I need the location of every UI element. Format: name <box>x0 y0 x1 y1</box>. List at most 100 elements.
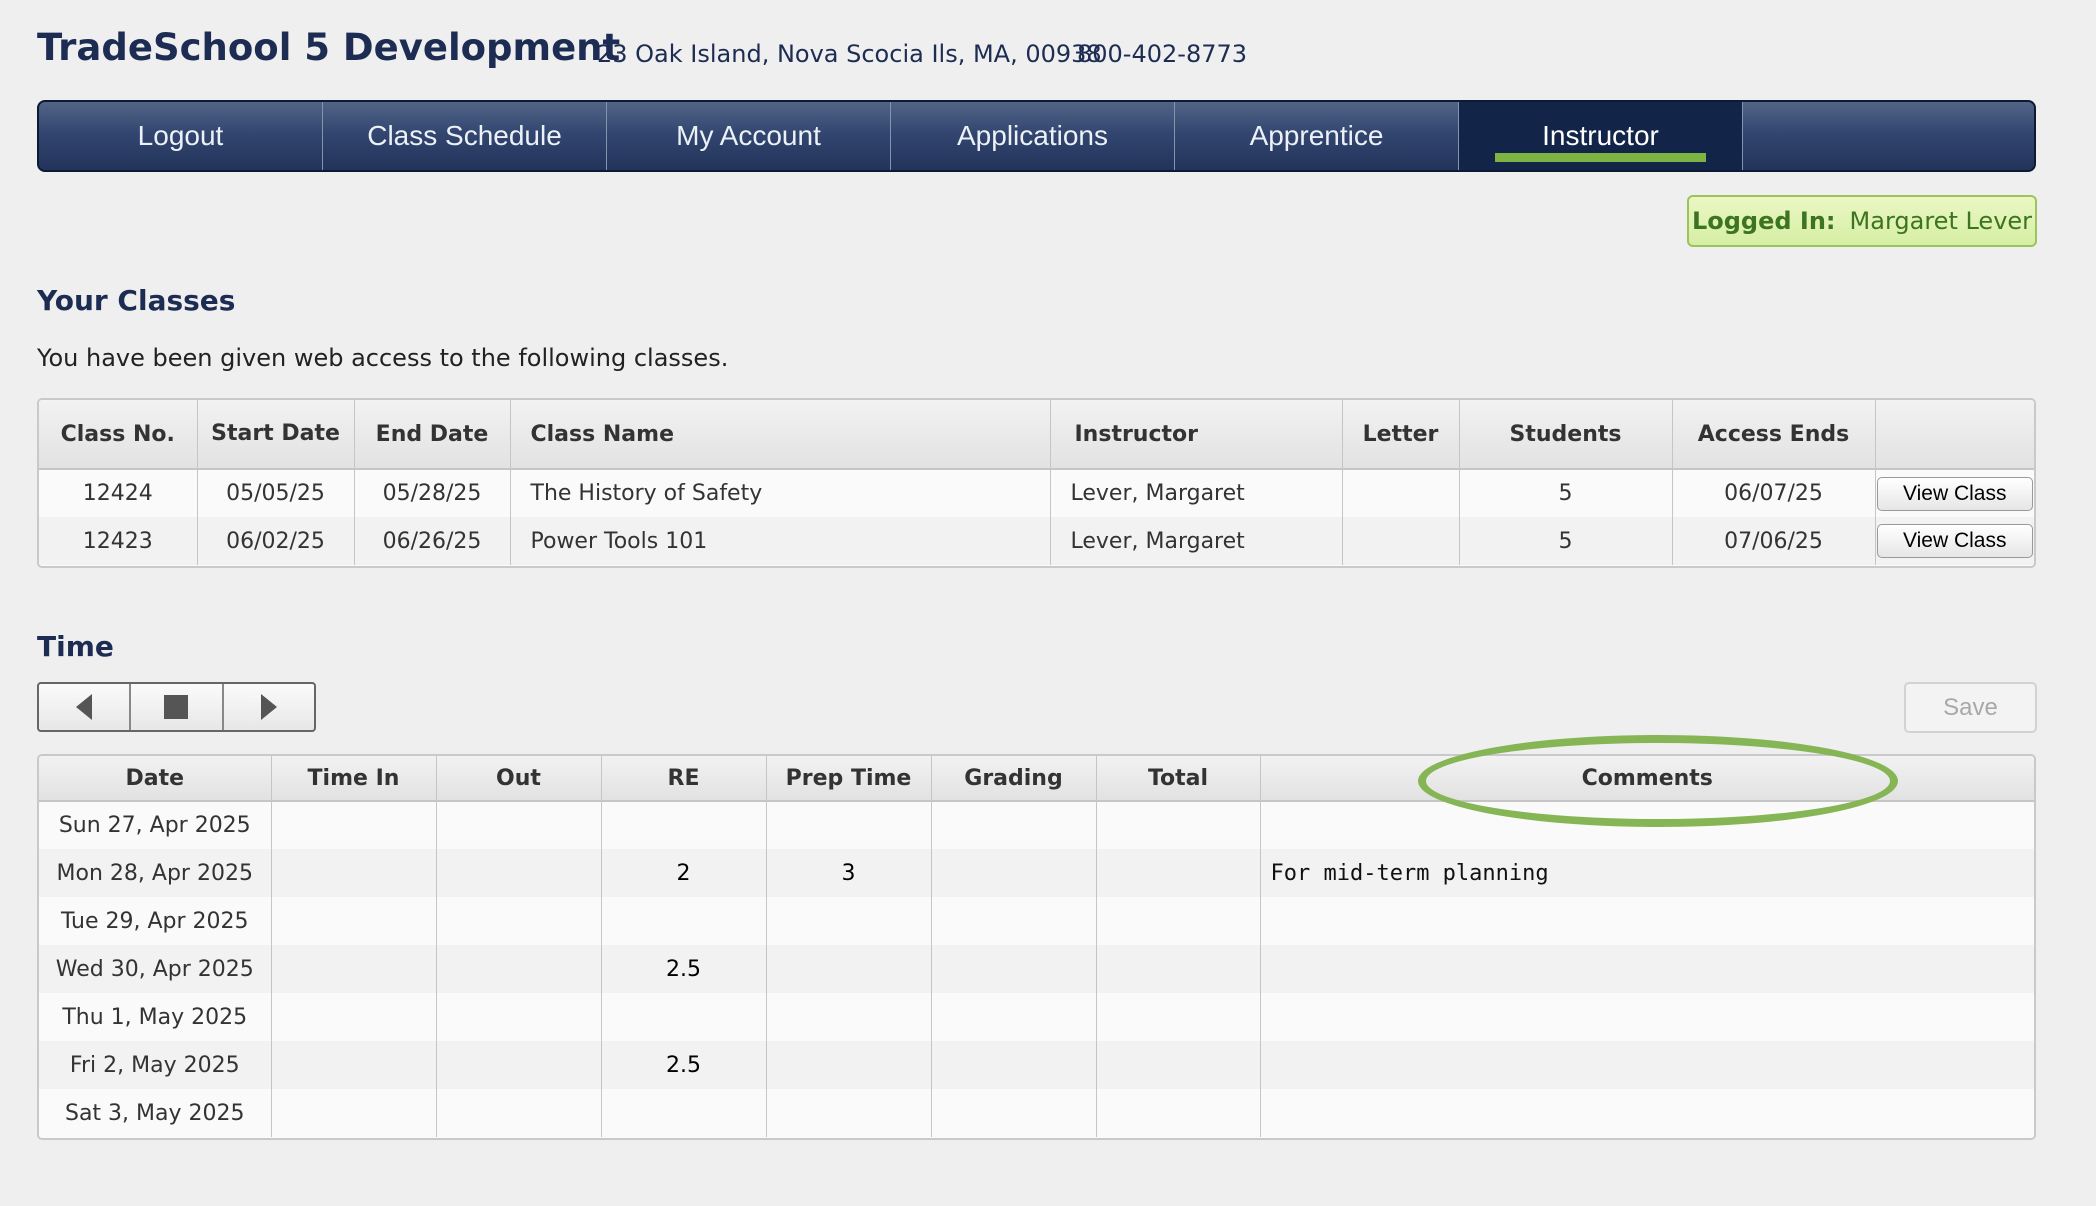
prep-time-cell[interactable] <box>766 897 932 945</box>
out-cell[interactable] <box>436 1089 602 1137</box>
prep-time-cell[interactable] <box>766 801 932 849</box>
re-cell[interactable]: 2.5 <box>601 945 767 993</box>
active-tab-indicator <box>1495 153 1706 162</box>
col-header-instructor[interactable]: Instructor <box>1050 400 1343 470</box>
date-cell: Tue 29, Apr 2025 <box>39 897 272 945</box>
current-week-button[interactable] <box>131 684 224 730</box>
out-cell[interactable] <box>436 897 602 945</box>
grading-cell[interactable] <box>931 1041 1097 1089</box>
comments-cell[interactable] <box>1260 801 2034 849</box>
total-cell <box>1096 945 1261 993</box>
class-name: The History of Safety <box>510 469 1051 517</box>
table-row: Tue 29, Apr 2025 <box>39 897 2034 945</box>
time-table-container: Date Time In Out RE Prep Time Grading To… <box>37 754 2036 1140</box>
instructor: Lever, Margaret <box>1050 517 1343 565</box>
time-in-cell[interactable] <box>271 945 437 993</box>
time-section-title: Time <box>37 630 114 663</box>
re-cell[interactable] <box>601 993 767 1041</box>
total-cell <box>1096 1041 1261 1089</box>
nav-apprentice[interactable]: Apprentice <box>1175 102 1459 170</box>
col-header-end-date[interactable]: End Date <box>354 400 511 470</box>
nav-label: Applications <box>957 120 1108 151</box>
col-header-date[interactable]: Date <box>39 756 272 802</box>
col-header-letter[interactable]: Letter <box>1342 400 1460 470</box>
date-cell: Mon 28, Apr 2025 <box>39 849 272 897</box>
re-cell[interactable]: 2.5 <box>601 1041 767 1089</box>
total-cell <box>1096 1089 1261 1137</box>
comments-cell[interactable] <box>1260 945 2034 993</box>
triangle-left-icon <box>76 694 93 720</box>
total-cell <box>1096 801 1261 849</box>
time-in-cell[interactable] <box>271 1089 437 1137</box>
nav-my-account[interactable]: My Account <box>607 102 891 170</box>
col-header-time-in[interactable]: Time In <box>271 756 437 802</box>
re-cell[interactable] <box>601 1089 767 1137</box>
time-in-cell[interactable] <box>271 801 437 849</box>
prep-time-cell[interactable] <box>766 1041 932 1089</box>
class-name: Power Tools 101 <box>510 517 1051 565</box>
comments-cell[interactable] <box>1260 993 2034 1041</box>
prep-time-cell[interactable] <box>766 945 932 993</box>
re-cell[interactable] <box>601 897 767 945</box>
col-header-prep-time[interactable]: Prep Time <box>766 756 932 802</box>
col-header-out[interactable]: Out <box>436 756 602 802</box>
main-nav: Logout Class Schedule My Account Applica… <box>37 100 2036 172</box>
out-cell[interactable] <box>436 993 602 1041</box>
site-title: TradeSchool 5 Development <box>37 26 621 69</box>
time-in-cell[interactable] <box>271 897 437 945</box>
time-in-cell[interactable] <box>271 849 437 897</box>
date-cell: Sun 27, Apr 2025 <box>39 801 272 849</box>
col-header-class-name[interactable]: Class Name <box>510 400 1051 470</box>
start-date: 05/05/25 <box>197 469 355 517</box>
out-cell[interactable] <box>436 849 602 897</box>
time-in-cell[interactable] <box>271 993 437 1041</box>
date-cell: Sat 3, May 2025 <box>39 1089 272 1137</box>
comments-cell[interactable] <box>1260 1089 2034 1137</box>
nav-instructor[interactable]: Instructor <box>1459 102 1743 170</box>
col-header-students[interactable]: Students <box>1459 400 1673 470</box>
prep-time-cell[interactable]: 3 <box>766 849 932 897</box>
students: 5 <box>1459 517 1673 565</box>
table-row: Thu 1, May 2025 <box>39 993 2034 1041</box>
end-date: 06/26/25 <box>354 517 511 565</box>
col-header-re[interactable]: RE <box>601 756 767 802</box>
col-header-start-date[interactable]: Start Date <box>197 400 355 470</box>
comments-cell[interactable] <box>1260 1041 2034 1089</box>
grading-cell[interactable] <box>931 945 1097 993</box>
out-cell[interactable] <box>436 801 602 849</box>
view-class-button[interactable]: View Class <box>1876 476 2033 511</box>
access-ends: 07/06/25 <box>1672 517 1876 565</box>
previous-week-button[interactable] <box>39 684 132 730</box>
re-cell[interactable]: 2 <box>601 849 767 897</box>
col-header-action <box>1875 400 2034 470</box>
grading-cell[interactable] <box>931 897 1097 945</box>
col-header-total[interactable]: Total <box>1096 756 1261 802</box>
nav-class-schedule[interactable]: Class Schedule <box>323 102 607 170</box>
re-cell[interactable] <box>601 801 767 849</box>
nav-logout[interactable]: Logout <box>39 102 323 170</box>
view-class-button[interactable]: View Class <box>1876 524 2033 558</box>
out-cell[interactable] <box>436 1041 602 1089</box>
col-header-comments[interactable]: Comments <box>1260 756 2034 802</box>
nav-applications[interactable]: Applications <box>891 102 1175 170</box>
col-header-grading[interactable]: Grading <box>931 756 1097 802</box>
out-cell[interactable] <box>436 945 602 993</box>
comments-cell[interactable]: For mid-term planning <box>1260 849 2034 897</box>
grading-cell[interactable] <box>931 993 1097 1041</box>
square-stop-icon <box>164 695 189 719</box>
col-header-access-ends[interactable]: Access Ends <box>1672 400 1876 470</box>
grading-cell[interactable] <box>931 849 1097 897</box>
save-button[interactable]: Save <box>1904 682 2037 733</box>
nav-label: Apprentice <box>1249 120 1384 151</box>
comments-cell[interactable] <box>1260 897 2034 945</box>
time-in-cell[interactable] <box>271 1041 437 1089</box>
action-cell: View Class <box>1875 469 2034 517</box>
grading-cell[interactable] <box>931 1089 1097 1137</box>
grading-cell[interactable] <box>931 801 1097 849</box>
next-week-button[interactable] <box>224 684 314 730</box>
site-phone: 800-402-8773 <box>1077 40 1248 68</box>
prep-time-cell[interactable] <box>766 993 932 1041</box>
prep-time-cell[interactable] <box>766 1089 932 1137</box>
logged-in-label: Logged In: <box>1691 207 1836 235</box>
col-header-class-no[interactable]: Class No. <box>39 400 198 470</box>
